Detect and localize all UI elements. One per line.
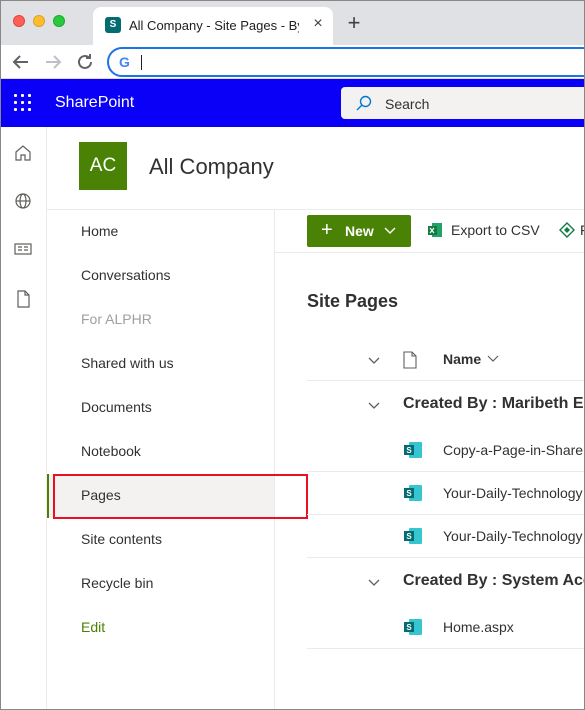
app-launcher-waffle-icon[interactable] xyxy=(13,93,33,113)
group-header[interactable]: Created By : System Acc xyxy=(307,560,585,604)
chevron-down-icon[interactable] xyxy=(367,577,381,587)
export-to-csv-button[interactable]: Export to CSV xyxy=(451,222,540,238)
browser-tab-active[interactable]: S All Company - Site Pages - By × xyxy=(93,7,333,45)
column-header-row: Name xyxy=(307,341,584,381)
nav-heading-for-alphr: For ALPHR xyxy=(81,311,152,327)
new-tab-button[interactable]: + xyxy=(343,12,365,34)
excel-icon xyxy=(428,223,442,237)
close-window-button[interactable] xyxy=(13,15,25,27)
site-logo[interactable]: AC xyxy=(79,142,127,190)
file-name-link[interactable]: Your-Daily-Technology xyxy=(443,485,583,501)
document-icon[interactable] xyxy=(13,289,33,309)
arrow-left-icon xyxy=(12,55,28,69)
forward-button[interactable] xyxy=(41,50,65,74)
minimize-window-button[interactable] xyxy=(33,15,45,27)
list-row[interactable]: S Your-Daily-Technology xyxy=(307,515,584,558)
nav-item-documents[interactable]: Documents xyxy=(47,386,274,430)
sort-chevron-icon[interactable] xyxy=(487,354,499,362)
reload-button[interactable] xyxy=(73,50,97,74)
list-row[interactable]: S Copy-a-Page-in-Share xyxy=(307,429,584,472)
power-apps-icon xyxy=(559,222,575,238)
app-rail xyxy=(1,127,47,709)
command-bar: + New Export to CSV F xyxy=(275,209,584,253)
browser-tab-strip: S All Company - Site Pages - By × + xyxy=(1,1,584,45)
search-icon xyxy=(356,95,372,111)
chevron-down-icon[interactable] xyxy=(367,400,381,410)
group-header[interactable]: Created By : Maribeth Es xyxy=(307,383,585,427)
sharepoint-page-icon: S xyxy=(404,528,422,544)
home-icon[interactable] xyxy=(13,143,33,163)
nav-item-shared-with-us[interactable]: Shared with us xyxy=(47,342,274,386)
svg-text:S: S xyxy=(406,446,412,455)
address-bar[interactable]: G xyxy=(107,47,584,77)
sharepoint-page-icon: S xyxy=(404,485,422,501)
chevron-down-icon xyxy=(384,227,396,234)
cut-off-command-label[interactable]: F xyxy=(580,222,584,238)
site-title[interactable]: All Company xyxy=(149,154,274,180)
nav-item-home[interactable]: Home xyxy=(47,210,274,254)
new-button[interactable]: + New xyxy=(307,215,411,247)
search-box[interactable]: Search xyxy=(341,87,584,119)
collapse-all-chevron-icon[interactable] xyxy=(367,355,381,365)
sharepoint-brand-link[interactable]: SharePoint xyxy=(55,94,134,112)
svg-text:S: S xyxy=(406,623,412,632)
sharepoint-page-icon: S xyxy=(404,619,422,635)
file-name-link[interactable]: Your-Daily-Technology xyxy=(443,528,583,544)
site-left-nav: Home Conversations For ALPHR Shared with… xyxy=(47,209,275,709)
file-type-icon xyxy=(403,351,417,369)
back-button[interactable] xyxy=(9,50,33,74)
text-caret xyxy=(141,55,142,70)
nav-item-site-contents[interactable]: Site contents xyxy=(47,518,274,562)
new-button-label: New xyxy=(345,223,374,239)
nav-edit-link[interactable]: Edit xyxy=(47,606,274,650)
nav-item-recycle-bin[interactable]: Recycle bin xyxy=(47,562,274,606)
globe-icon[interactable] xyxy=(13,191,33,211)
news-icon[interactable] xyxy=(13,239,33,259)
file-name-link[interactable]: Home.aspx xyxy=(443,619,514,635)
reload-icon xyxy=(78,54,92,69)
tab-title: All Company - Site Pages - By xyxy=(129,18,299,33)
plus-icon: + xyxy=(321,219,333,241)
sharepoint-suite-bar: SharePoint Search xyxy=(1,79,584,127)
group-label: Created By : System Acc xyxy=(403,572,585,589)
sharepoint-favicon-icon: S xyxy=(105,17,121,33)
google-g-icon: G xyxy=(119,54,130,70)
list-row[interactable]: S Home.aspx xyxy=(307,606,584,649)
arrow-right-icon xyxy=(46,55,62,69)
nav-item-conversations[interactable]: Conversations xyxy=(47,254,274,298)
screenshot-frame: S All Company - Site Pages - By × + G Sh… xyxy=(0,0,585,710)
nav-item-notebook[interactable]: Notebook xyxy=(47,430,274,474)
list-title: Site Pages xyxy=(307,291,399,311)
selected-indicator xyxy=(47,474,49,518)
browser-toolbar: G xyxy=(1,45,584,79)
svg-text:S: S xyxy=(406,489,412,498)
annotation-highlight-box xyxy=(53,474,308,519)
tab-close-icon[interactable]: × xyxy=(309,15,327,33)
maximize-window-button[interactable] xyxy=(53,15,65,27)
sharepoint-page-icon: S xyxy=(404,442,422,458)
group-label: Created By : Maribeth Es xyxy=(403,395,585,412)
list-row[interactable]: S Your-Daily-Technology xyxy=(307,472,584,515)
name-column-header[interactable]: Name xyxy=(443,351,481,367)
search-placeholder: Search xyxy=(385,96,430,112)
file-name-link[interactable]: Copy-a-Page-in-Share xyxy=(443,442,583,458)
svg-text:S: S xyxy=(406,532,412,541)
